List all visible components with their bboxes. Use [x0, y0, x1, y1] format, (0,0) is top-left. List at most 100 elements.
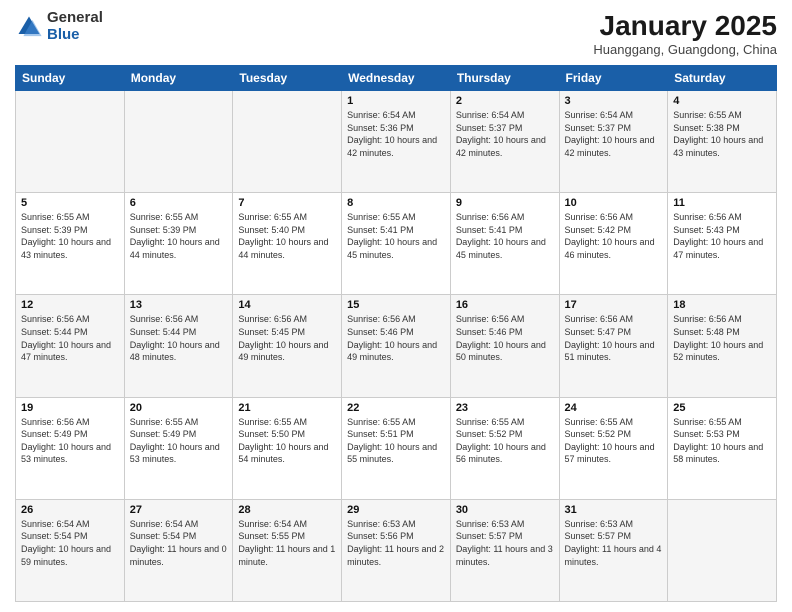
col-saturday: Saturday — [668, 66, 777, 91]
cell-3-3: 22 Sunrise: 6:55 AM Sunset: 5:51 PM Dayli… — [342, 397, 451, 499]
cell-4-3: 29 Sunrise: 6:53 AM Sunset: 5:56 PM Dayli… — [342, 499, 451, 601]
cell-1-1: 6 Sunrise: 6:55 AM Sunset: 5:39 PM Daylig… — [124, 193, 233, 295]
day-content: Sunrise: 6:55 AM Sunset: 5:52 PM Dayligh… — [456, 416, 554, 466]
day-content: Sunrise: 6:55 AM Sunset: 5:51 PM Dayligh… — [347, 416, 445, 466]
day-content: Sunrise: 6:55 AM Sunset: 5:49 PM Dayligh… — [130, 416, 228, 466]
day-number: 27 — [130, 504, 228, 516]
cell-0-5: 3 Sunrise: 6:54 AM Sunset: 5:37 PM Daylig… — [559, 91, 668, 193]
cell-1-4: 9 Sunrise: 6:56 AM Sunset: 5:41 PM Daylig… — [450, 193, 559, 295]
cell-4-0: 26 Sunrise: 6:54 AM Sunset: 5:54 PM Dayli… — [16, 499, 125, 601]
week-row-3: 12 Sunrise: 6:56 AM Sunset: 5:44 PM Dayli… — [16, 295, 777, 397]
day-content: Sunrise: 6:55 AM Sunset: 5:50 PM Dayligh… — [238, 416, 336, 466]
day-number: 2 — [456, 95, 554, 107]
cell-0-3: 1 Sunrise: 6:54 AM Sunset: 5:36 PM Daylig… — [342, 91, 451, 193]
day-number: 29 — [347, 504, 445, 516]
day-content: Sunrise: 6:55 AM Sunset: 5:53 PM Dayligh… — [673, 416, 771, 466]
col-wednesday: Wednesday — [342, 66, 451, 91]
day-number: 20 — [130, 402, 228, 414]
cell-1-0: 5Sunrise: 6:55 AM Sunset: 5:39 PM Daylig… — [16, 193, 125, 295]
logo-blue-text: Blue — [47, 27, 103, 44]
col-tuesday: Tuesday — [233, 66, 342, 91]
cell-1-5: 10 Sunrise: 6:56 AM Sunset: 5:42 PM Dayli… — [559, 193, 668, 295]
generalblue-icon — [15, 13, 43, 41]
cell-3-6: 25 Sunrise: 6:55 AM Sunset: 5:53 PM Dayli… — [668, 397, 777, 499]
location-text: Huanggang, Guangdong, China — [593, 42, 777, 57]
cell-3-1: 20 Sunrise: 6:55 AM Sunset: 5:49 PM Dayli… — [124, 397, 233, 499]
cell-0-1 — [124, 91, 233, 193]
cell-1-6: 11Sunrise: 6:56 AM Sunset: 5:43 PM Dayli… — [668, 193, 777, 295]
cell-4-4: 30 Sunrise: 6:53 AM Sunset: 5:57 PM Dayli… — [450, 499, 559, 601]
day-content: Sunrise: 6:56 AM Sunset: 5:44 PM Dayligh… — [130, 313, 228, 363]
day-content: Sunrise: 6:56 AM Sunset: 5:46 PM Dayligh… — [456, 313, 554, 363]
day-number: 26 — [21, 504, 119, 516]
day-content: Sunrise: 6:54 AM Sunset: 5:54 PM Dayligh… — [21, 518, 119, 568]
day-content: Sunrise: 6:54 AM Sunset: 5:37 PM Dayligh… — [456, 109, 554, 159]
day-content: Sunrise: 6:53 AM Sunset: 5:57 PM Dayligh… — [565, 518, 663, 568]
cell-2-0: 12 Sunrise: 6:56 AM Sunset: 5:44 PM Dayli… — [16, 295, 125, 397]
day-number: 10 — [565, 197, 663, 209]
cell-2-2: 14 Sunrise: 6:56 AM Sunset: 5:45 PM Dayli… — [233, 295, 342, 397]
week-row-1: 1 Sunrise: 6:54 AM Sunset: 5:36 PM Daylig… — [16, 91, 777, 193]
cell-3-0: 19Sunrise: 6:56 AM Sunset: 5:49 PM Dayli… — [16, 397, 125, 499]
day-content: Sunrise: 6:56 AM Sunset: 5:45 PM Dayligh… — [238, 313, 336, 363]
day-content: Sunrise: 6:56 AM Sunset: 5:46 PM Dayligh… — [347, 313, 445, 363]
cell-4-1: 27Sunrise: 6:54 AM Sunset: 5:54 PM Dayli… — [124, 499, 233, 601]
day-number: 19 — [21, 402, 119, 414]
day-content: Sunrise: 6:55 AM Sunset: 5:52 PM Dayligh… — [565, 416, 663, 466]
day-number: 13 — [130, 299, 228, 311]
day-number: 6 — [130, 197, 228, 209]
day-number: 7 — [238, 197, 336, 209]
cell-2-6: 18Sunrise: 6:56 AM Sunset: 5:48 PM Dayli… — [668, 295, 777, 397]
title-block: January 2025 Huanggang, Guangdong, China — [593, 10, 777, 57]
day-number: 22 — [347, 402, 445, 414]
day-content: Sunrise: 6:55 AM Sunset: 5:39 PM Dayligh… — [130, 211, 228, 261]
cell-4-2: 28 Sunrise: 6:54 AM Sunset: 5:55 PM Dayli… — [233, 499, 342, 601]
cell-2-5: 17Sunrise: 6:56 AM Sunset: 5:47 PM Dayli… — [559, 295, 668, 397]
day-content: Sunrise: 6:53 AM Sunset: 5:56 PM Dayligh… — [347, 518, 445, 568]
day-number: 28 — [238, 504, 336, 516]
day-content: Sunrise: 6:56 AM Sunset: 5:48 PM Dayligh… — [673, 313, 771, 363]
day-number: 12 — [21, 299, 119, 311]
day-content: Sunrise: 6:56 AM Sunset: 5:41 PM Dayligh… — [456, 211, 554, 261]
day-number: 25 — [673, 402, 771, 414]
cell-2-3: 15Sunrise: 6:56 AM Sunset: 5:46 PM Dayli… — [342, 295, 451, 397]
day-number: 16 — [456, 299, 554, 311]
day-content: Sunrise: 6:56 AM Sunset: 5:44 PM Dayligh… — [21, 313, 119, 363]
day-content: Sunrise: 6:53 AM Sunset: 5:57 PM Dayligh… — [456, 518, 554, 568]
month-title: January 2025 — [593, 10, 777, 42]
day-number: 3 — [565, 95, 663, 107]
day-number: 14 — [238, 299, 336, 311]
cell-0-6: 4 Sunrise: 6:55 AM Sunset: 5:38 PM Daylig… — [668, 91, 777, 193]
day-content: Sunrise: 6:56 AM Sunset: 5:43 PM Dayligh… — [673, 211, 771, 261]
day-number: 21 — [238, 402, 336, 414]
day-number: 17 — [565, 299, 663, 311]
day-number: 9 — [456, 197, 554, 209]
cell-0-0 — [16, 91, 125, 193]
day-number: 31 — [565, 504, 663, 516]
day-content: Sunrise: 6:54 AM Sunset: 5:36 PM Dayligh… — [347, 109, 445, 159]
day-content: Sunrise: 6:54 AM Sunset: 5:55 PM Dayligh… — [238, 518, 336, 568]
calendar-table: Sunday Monday Tuesday Wednesday Thursday… — [15, 65, 777, 602]
col-sunday: Sunday — [16, 66, 125, 91]
day-number: 4 — [673, 95, 771, 107]
cell-4-5: 31 Sunrise: 6:53 AM Sunset: 5:57 PM Dayli… — [559, 499, 668, 601]
cell-2-4: 16 Sunrise: 6:56 AM Sunset: 5:46 PM Dayli… — [450, 295, 559, 397]
cell-0-4: 2 Sunrise: 6:54 AM Sunset: 5:37 PM Daylig… — [450, 91, 559, 193]
cell-3-4: 23Sunrise: 6:55 AM Sunset: 5:52 PM Dayli… — [450, 397, 559, 499]
day-content: Sunrise: 6:56 AM Sunset: 5:42 PM Dayligh… — [565, 211, 663, 261]
day-number: 1 — [347, 95, 445, 107]
day-content: Sunrise: 6:54 AM Sunset: 5:37 PM Dayligh… — [565, 109, 663, 159]
day-number: 30 — [456, 504, 554, 516]
logo-general-text: General — [47, 10, 103, 27]
cell-0-2 — [233, 91, 342, 193]
week-row-2: 5 Sunrise: 6:55 AM Sunset: 5:39 PM Daylig… — [16, 193, 777, 295]
cell-3-2: 21 Sunrise: 6:55 AM Sunset: 5:50 PM Dayli… — [233, 397, 342, 499]
day-number: 5 — [21, 197, 119, 209]
header-row: Sunday Monday Tuesday Wednesday Thursday… — [16, 66, 777, 91]
day-content: Sunrise: 6:55 AM Sunset: 5:38 PM Dayligh… — [673, 109, 771, 159]
cell-2-1: 13 Sunrise: 6:56 AM Sunset: 5:44 PM Dayli… — [124, 295, 233, 397]
col-thursday: Thursday — [450, 66, 559, 91]
day-number: 24 — [565, 402, 663, 414]
week-row-5: 26 Sunrise: 6:54 AM Sunset: 5:54 PM Dayli… — [16, 499, 777, 601]
cell-4-6 — [668, 499, 777, 601]
